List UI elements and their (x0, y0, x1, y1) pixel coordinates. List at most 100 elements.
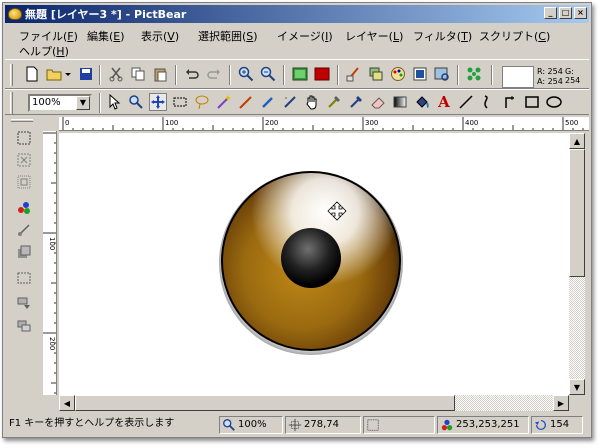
zoom-in-icon[interactable] (237, 65, 255, 83)
horizontal-scroll-thumb[interactable] (75, 395, 455, 411)
rect-select-tool-icon[interactable] (171, 93, 189, 111)
chevron-down-icon[interactable]: ▼ (76, 96, 90, 110)
tools-toolbar: 100% ▼ A (5, 89, 589, 115)
gradient-tool-icon[interactable] (391, 93, 409, 111)
status-history: 154 (531, 416, 583, 434)
crosshair-icon (288, 418, 302, 438)
hand-tool-icon[interactable] (303, 93, 321, 111)
pointer-tool-icon[interactable] (105, 93, 123, 111)
status-bar: F1 キーを押すとヘルプを表示します 100% 278,74 253,253,2… (5, 415, 589, 435)
scroll-left-button[interactable]: ◀ (59, 395, 75, 411)
palette-icon[interactable] (389, 65, 407, 83)
open-folder-icon[interactable] (45, 65, 63, 83)
ellipse-tool-icon[interactable] (545, 93, 563, 111)
color-adjust-icon[interactable] (15, 199, 33, 217)
zoom-tool-icon[interactable] (127, 93, 145, 111)
menu-file[interactable]: ファイル(F) (19, 28, 78, 44)
menu-layer[interactable]: レイヤー(L) (345, 28, 403, 44)
undo-icon[interactable] (183, 65, 201, 83)
menu-image[interactable]: イメージ(I) (277, 28, 333, 44)
standard-toolbar: R: 254 G: 254 A: 254 (5, 59, 589, 89)
layer-down-icon[interactable] (15, 295, 33, 313)
vertical-scroll-thumb[interactable] (569, 149, 585, 277)
minimize-button[interactable]: _ (544, 7, 557, 19)
bezier-tool-icon[interactable] (501, 93, 519, 111)
rgb-dots-icon (440, 418, 454, 438)
duplicate-icon[interactable] (15, 243, 33, 261)
curve-tool-icon[interactable] (479, 93, 497, 111)
brush-tool-icon[interactable] (259, 93, 277, 111)
invert-selection-icon[interactable] (15, 173, 33, 191)
plugin-icon[interactable] (465, 65, 483, 83)
selection-size-icon (366, 418, 380, 438)
menu-selection[interactable]: 選択範囲(S) (198, 28, 258, 44)
color-a-readout: A: 254 (537, 77, 563, 86)
color-fill-icon[interactable] (313, 65, 331, 83)
navigator-icon[interactable] (411, 65, 429, 83)
menu-script[interactable]: スクリプト(C) (479, 28, 550, 44)
menu-help[interactable]: ヘルプ(H) (19, 43, 69, 59)
save-icon[interactable] (77, 65, 95, 83)
crop-icon[interactable] (15, 269, 33, 287)
separator (175, 65, 177, 85)
toolbar-grip[interactable] (10, 92, 13, 114)
cut-icon[interactable] (107, 65, 125, 83)
status-color: 253,253,251 (437, 416, 529, 434)
menu-filter[interactable]: フィルタ(T) (413, 28, 472, 44)
status-color-value: 253,253,251 (456, 419, 520, 430)
toolbox-grip[interactable] (11, 119, 33, 122)
menu-view[interactable]: 表示(V) (141, 28, 179, 44)
lasso-tool-icon[interactable] (193, 93, 211, 111)
preview-icon[interactable] (433, 65, 451, 83)
scroll-down-button[interactable]: ▼ (569, 379, 585, 395)
transform-icon[interactable] (15, 221, 33, 239)
select-all-icon[interactable] (15, 129, 33, 147)
menu-edit[interactable]: 編集(E) (87, 28, 125, 44)
magic-wand-tool-icon[interactable] (215, 93, 233, 111)
airbrush-tool-icon[interactable] (281, 93, 299, 111)
top-ruler-label: 500 (565, 119, 578, 127)
app-icon[interactable] (8, 8, 22, 20)
eyedropper-tool-icon[interactable] (325, 93, 343, 111)
status-selection-size (363, 416, 435, 434)
new-file-icon[interactable] (23, 65, 41, 83)
vertical-scrollbar[interactable]: ▲ ▼ (569, 133, 585, 395)
text-tool-icon[interactable]: A (435, 93, 453, 111)
status-cursor: 278,74 (285, 416, 361, 434)
status-history-value: 154 (550, 419, 570, 430)
eraser-tool-icon[interactable] (369, 93, 387, 111)
maximize-button[interactable]: □ (559, 7, 572, 19)
move-tool-icon[interactable] (149, 93, 167, 111)
history-icon (534, 418, 548, 438)
status-zoom: 100% (219, 416, 283, 434)
left-ruler-ticks: 100 200 (43, 132, 56, 394)
pen-tool-icon[interactable] (237, 93, 255, 111)
redo-icon[interactable] (205, 65, 223, 83)
top-ruler-label: 0 (65, 119, 69, 127)
zoom-out-icon[interactable] (259, 65, 277, 83)
separator (337, 65, 339, 85)
left-ruler-label: 200 (48, 337, 56, 350)
zoom-select[interactable]: 100% ▼ (28, 94, 92, 112)
close-button[interactable]: × (574, 7, 587, 19)
open-dropdown-icon[interactable] (63, 65, 73, 83)
title-bar[interactable]: 無題 [レイヤー3 *] - PictBear _ □ × (5, 5, 589, 23)
layers-icon[interactable] (367, 65, 385, 83)
brush-settings-icon[interactable] (345, 65, 363, 83)
rectangle-tool-icon[interactable] (523, 93, 541, 111)
dropper-tool-icon[interactable] (347, 93, 365, 111)
image-view-icon[interactable] (291, 65, 309, 83)
toolbar-grip[interactable] (10, 64, 13, 86)
scroll-right-button[interactable]: ▶ (553, 395, 569, 411)
deselect-icon[interactable] (15, 151, 33, 169)
copy-icon[interactable] (129, 65, 147, 83)
drawing-canvas[interactable] (59, 133, 569, 395)
scroll-up-button[interactable]: ▲ (569, 133, 585, 149)
layer-merge-icon[interactable] (15, 317, 33, 335)
color-swatch[interactable] (502, 66, 534, 88)
horizontal-scrollbar[interactable]: ◀ ▶ (59, 395, 569, 411)
top-ruler-label: 300 (365, 119, 378, 127)
fill-bucket-tool-icon[interactable] (413, 93, 431, 111)
paste-icon[interactable] (151, 65, 169, 83)
line-tool-icon[interactable] (457, 93, 475, 111)
